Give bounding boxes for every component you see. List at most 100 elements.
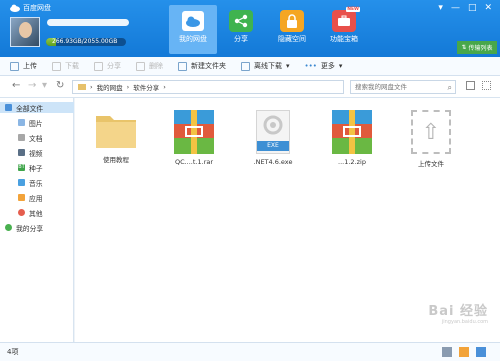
list-view-icon[interactable]: [466, 81, 475, 90]
tab-hidden-space[interactable]: 隐藏空间: [268, 5, 316, 54]
app-icon: [18, 194, 25, 201]
cloud-icon: [181, 10, 205, 32]
upload-button[interactable]: 上传: [10, 61, 37, 71]
sidebar-item-label: 其他: [29, 209, 43, 218]
file-name: 上传文件: [418, 160, 444, 168]
file-name: ...1.2.zip: [338, 158, 366, 166]
breadcrumb-my-pan[interactable]: 我的网盘: [97, 82, 123, 92]
sidebar-item-music[interactable]: 音乐: [18, 177, 43, 188]
search-placeholder: 搜索我的网盘文件: [355, 83, 407, 91]
tab-share[interactable]: 分享: [217, 5, 265, 54]
folder-icon: [5, 104, 12, 111]
minimize-button[interactable]: —: [451, 3, 460, 13]
offline-download-label: 离线下载: [254, 62, 282, 70]
sidebar-item-label: 全部文件: [16, 104, 44, 113]
tab-my-pan-label: 我的网盘: [179, 35, 207, 43]
username-redacted: [47, 19, 129, 26]
share-small-icon: [94, 61, 103, 71]
new-folder-button[interactable]: 新建文件夹: [178, 61, 226, 71]
image-icon: [18, 119, 25, 126]
item-count: 4项: [7, 348, 19, 356]
grid-view-icon[interactable]: [482, 81, 491, 90]
sidebar-item-label: 图片: [29, 119, 43, 128]
grid-mode-icon[interactable]: [442, 347, 452, 357]
share-small-icon: [5, 224, 12, 231]
file-item-rar[interactable]: QC....t.1.rar: [159, 110, 229, 166]
close-button[interactable]: ✕: [484, 3, 492, 13]
search-input[interactable]: 搜索我的网盘文件 ⌕: [350, 80, 456, 94]
delete-button[interactable]: 删除: [136, 61, 163, 71]
breadcrumb[interactable]: › 我的网盘 › 软件分享 ›: [72, 80, 344, 94]
status-bar: 4项: [0, 342, 500, 361]
maximize-button[interactable]: □: [468, 3, 477, 13]
file-name: QC....t.1.rar: [174, 158, 214, 166]
chevron-down-icon: ▾: [286, 62, 290, 70]
sidebar-item-label: 我的分享: [16, 224, 44, 233]
file-name: 使用教程: [103, 156, 129, 164]
share-button[interactable]: 分享: [94, 61, 121, 71]
search-icon[interactable]: ⌕: [448, 82, 452, 94]
storage-quota-bar: 266.93GB/2055.00GB: [46, 38, 126, 46]
sidebar-item-apps[interactable]: 应用: [18, 192, 43, 203]
tab-toolbox[interactable]: NEW 功能宝箱: [320, 5, 368, 54]
sidebar-item-label: 种子: [29, 164, 43, 173]
exe-badge: EXE: [257, 141, 289, 151]
file-grid: 使用教程 QC....t.1.rar EXE .NET4.6.exe ...1.…: [75, 98, 500, 342]
forward-arrow-icon[interactable]: →: [28, 80, 36, 91]
upload-label: 上传: [23, 62, 37, 70]
upload-file-tile[interactable]: ⇧ 上传文件: [396, 110, 466, 168]
new-folder-label: 新建文件夹: [191, 62, 226, 70]
upload-status-icon[interactable]: [459, 347, 469, 357]
more-button[interactable]: ••• 更多 ▾: [305, 61, 343, 71]
breadcrumb-sep: ›: [126, 83, 130, 91]
skin-icon[interactable]: ▾: [438, 3, 443, 13]
sidebar-item-docs[interactable]: 文档: [18, 132, 43, 143]
refresh-icon[interactable]: ↻: [56, 80, 64, 91]
dropdown-icon[interactable]: ▾: [42, 80, 47, 91]
file-item-folder[interactable]: 使用教程: [81, 110, 151, 164]
sidebar-item-my-share[interactable]: 我的分享: [5, 222, 43, 233]
more-label: 更多: [320, 62, 335, 70]
transfer-list-label: 传输列表: [468, 45, 493, 52]
file-name: .NET4.6.exe: [253, 158, 293, 166]
breadcrumb-sep: ›: [90, 83, 93, 91]
sidebar-item-all-files[interactable]: 全部文件: [0, 102, 74, 113]
download-icon: [52, 61, 61, 71]
upload-icon: [10, 61, 19, 71]
rar-archive-icon: [174, 110, 214, 154]
breadcrumb-software-share[interactable]: 软件分享: [133, 82, 159, 92]
sidebar-item-other[interactable]: 其他: [18, 207, 43, 218]
download-status-icon[interactable]: [476, 347, 486, 357]
download-label: 下载: [65, 62, 79, 70]
baidu-pan-logo-icon: [10, 4, 20, 12]
file-item-zip[interactable]: ...1.2.zip: [317, 110, 387, 166]
offline-download-icon: [241, 61, 250, 71]
window-title: 百度网盘: [23, 4, 51, 12]
bt-icon: BT: [18, 164, 25, 171]
storage-quota-text: 266.93GB/2055.00GB: [52, 38, 118, 45]
transfer-list-button[interactable]: ⇅ 传输列表: [457, 41, 497, 54]
other-icon: [18, 209, 25, 216]
new-badge: NEW: [346, 7, 360, 12]
toolbox-icon: NEW: [332, 7, 360, 32]
zip-archive-icon: [332, 110, 372, 154]
header-bar: 百度网盘 266.93GB/2055.00GB 我的网盘 分享 隐藏空间 NEW…: [0, 0, 500, 57]
sidebar-item-torrents[interactable]: BT 种子: [18, 162, 43, 173]
exe-file-icon: EXE: [256, 110, 290, 154]
avatar[interactable]: [10, 17, 40, 47]
tab-my-pan[interactable]: 我的网盘: [169, 5, 217, 54]
sidebar: 全部文件 图片 文档 视频 BT 种子 音乐 应用 其他 我的分享: [0, 98, 74, 342]
back-arrow-icon[interactable]: ←: [12, 80, 20, 91]
sidebar-item-images[interactable]: 图片: [18, 117, 43, 128]
download-button[interactable]: 下载: [52, 61, 79, 71]
toolbar: 上传 下载 分享 删除 新建文件夹 离线下载 ▾ ••• 更多 ▾: [0, 57, 500, 76]
offline-download-button[interactable]: 离线下载 ▾: [241, 61, 290, 71]
file-item-exe[interactable]: EXE .NET4.6.exe: [238, 110, 308, 166]
watermark-text: Bai 经验: [428, 304, 488, 319]
lock-icon: [280, 10, 304, 32]
app-title: 百度网盘: [10, 3, 51, 13]
sidebar-item-videos[interactable]: 视频: [18, 147, 43, 158]
new-folder-icon: [178, 61, 187, 71]
trash-icon: [136, 61, 145, 71]
tab-share-label: 分享: [234, 35, 248, 43]
